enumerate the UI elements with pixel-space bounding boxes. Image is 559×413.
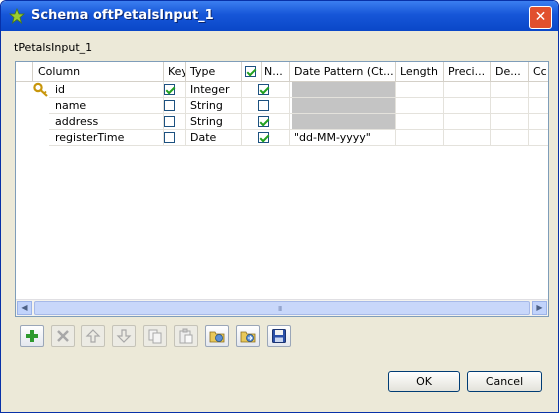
copy-button[interactable] bbox=[143, 325, 167, 347]
cell-column-name[interactable]: id bbox=[49, 82, 164, 98]
delete-x-icon bbox=[57, 330, 69, 342]
date-pattern-disabled bbox=[292, 98, 395, 113]
paste-icon bbox=[179, 328, 193, 344]
column-header-date-pattern[interactable]: Date Pattern (Ct... bbox=[290, 62, 396, 82]
date-pattern-disabled bbox=[292, 114, 395, 129]
delete-row-button[interactable] bbox=[51, 325, 75, 347]
column-header-nullable-checkall[interactable] bbox=[242, 62, 262, 82]
cell-precision[interactable] bbox=[444, 114, 491, 130]
column-header-nullable[interactable]: N... bbox=[262, 62, 290, 82]
plus-icon bbox=[26, 330, 38, 342]
cell-precision[interactable] bbox=[444, 82, 491, 98]
add-row-button[interactable] bbox=[20, 325, 44, 347]
copy-icon bbox=[148, 329, 162, 344]
key-checkbox[interactable] bbox=[164, 116, 175, 127]
check-all-checkbox[interactable] bbox=[245, 66, 256, 77]
save-floppy-icon bbox=[272, 329, 286, 343]
nullable-checkbox[interactable] bbox=[258, 132, 269, 143]
scroll-left-arrow-icon[interactable]: ◀ bbox=[17, 301, 32, 315]
save-schema-button[interactable] bbox=[267, 325, 291, 347]
cell-length[interactable] bbox=[396, 82, 444, 98]
cell-column-name[interactable]: address bbox=[49, 114, 164, 130]
arrow-up-icon bbox=[85, 329, 101, 343]
cell-comment[interactable] bbox=[529, 98, 548, 114]
cell-length[interactable] bbox=[396, 114, 444, 130]
paste-button[interactable] bbox=[174, 325, 198, 347]
column-header-length[interactable]: Length bbox=[396, 62, 444, 82]
scroll-right-arrow-icon[interactable]: ▶ bbox=[532, 301, 547, 315]
key-icon bbox=[33, 82, 48, 97]
move-down-button[interactable] bbox=[112, 325, 136, 347]
cell-default[interactable] bbox=[491, 130, 529, 146]
cell-type[interactable]: Date bbox=[186, 130, 242, 146]
cell-default[interactable] bbox=[491, 98, 529, 114]
key-checkbox[interactable] bbox=[164, 132, 175, 143]
export-folder-icon bbox=[240, 331, 256, 343]
close-button[interactable]: ✕ bbox=[529, 6, 552, 29]
window-title: Schema oftPetalsInput_1 bbox=[31, 8, 214, 23]
ok-button[interactable]: OK bbox=[388, 371, 460, 392]
column-header-default[interactable]: De... bbox=[491, 62, 529, 82]
cell-column-name[interactable]: registerTime bbox=[49, 130, 164, 146]
cell-precision[interactable] bbox=[444, 130, 491, 146]
key-checkbox[interactable] bbox=[164, 100, 175, 111]
nullable-checkbox[interactable] bbox=[258, 100, 269, 111]
cell-type[interactable]: String bbox=[186, 98, 242, 114]
column-header-comment[interactable]: Cc bbox=[529, 62, 548, 82]
schema-table: Column Key Type N... Date Pattern (Ct...… bbox=[15, 61, 549, 317]
scroll-grip: III bbox=[278, 305, 282, 313]
row-header-corner bbox=[16, 62, 33, 82]
cell-length[interactable] bbox=[396, 130, 444, 146]
date-pattern-disabled bbox=[292, 82, 395, 97]
cell-precision[interactable] bbox=[444, 98, 491, 114]
schema-dialog: Schema oftPetalsInput_1 ✕ tPetalsInput_1… bbox=[0, 0, 559, 413]
export-schema-button[interactable] bbox=[236, 325, 260, 347]
cell-length[interactable] bbox=[396, 98, 444, 114]
import-folder-icon bbox=[209, 331, 225, 343]
column-header-key[interactable]: Key bbox=[164, 62, 186, 82]
column-header-type[interactable]: Type bbox=[186, 62, 242, 82]
scroll-thumb[interactable]: III bbox=[34, 301, 530, 315]
column-header-precision[interactable]: Preci... bbox=[444, 62, 491, 82]
cell-date-pattern[interactable]: "dd-MM-yyyy" bbox=[290, 130, 396, 146]
cell-comment[interactable] bbox=[529, 82, 548, 98]
move-up-button[interactable] bbox=[81, 325, 105, 347]
cell-comment[interactable] bbox=[529, 130, 548, 146]
cancel-button[interactable]: Cancel bbox=[467, 371, 542, 392]
cell-default[interactable] bbox=[491, 82, 529, 98]
title-bar[interactable]: Schema oftPetalsInput_1 ✕ bbox=[1, 1, 558, 31]
nullable-checkbox[interactable] bbox=[258, 84, 269, 95]
import-schema-button[interactable] bbox=[205, 325, 229, 347]
column-header-column[interactable]: Column bbox=[33, 62, 164, 82]
talend-star-icon bbox=[9, 8, 25, 24]
cell-comment[interactable] bbox=[529, 114, 548, 130]
key-checkbox[interactable] bbox=[164, 84, 175, 95]
cell-default[interactable] bbox=[491, 114, 529, 130]
horizontal-scrollbar[interactable]: ◀ III ▶ bbox=[16, 299, 548, 316]
arrow-down-icon bbox=[116, 329, 132, 343]
cell-type[interactable]: Integer bbox=[186, 82, 242, 98]
nullable-checkbox[interactable] bbox=[258, 116, 269, 127]
cell-column-name[interactable]: name bbox=[49, 98, 164, 114]
component-label: tPetalsInput_1 bbox=[14, 41, 93, 54]
cell-type[interactable]: String bbox=[186, 114, 242, 130]
